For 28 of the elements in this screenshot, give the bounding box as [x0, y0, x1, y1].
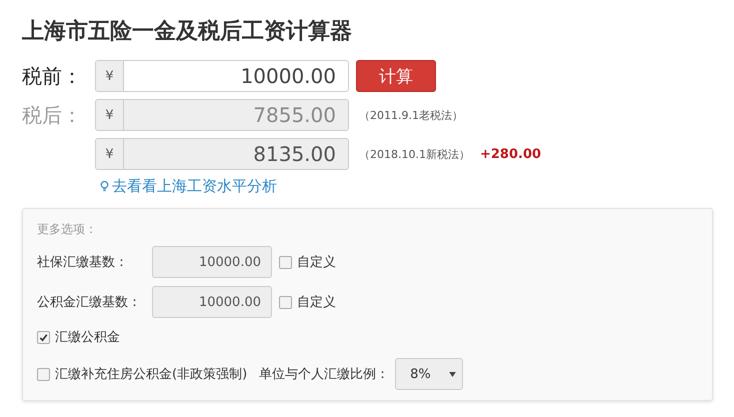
checkbox[interactable] [279, 256, 292, 268]
lightbulb-icon [100, 180, 109, 193]
checkbox-label: 汇缴补充住房公积金(非政策强制) [55, 366, 248, 383]
caret-icon [449, 372, 456, 376]
checkbox-label: 自定义 [297, 294, 336, 311]
field-label: 公积金汇缴基数： [37, 294, 142, 311]
amount-field: ¥ 8135.00 [95, 138, 349, 170]
amount-field[interactable]: ¥ 10000.00 [95, 60, 349, 92]
tax-law-note: （2011.9.1老税法） [359, 108, 463, 122]
options-heading: 更多选项： [37, 221, 98, 238]
checkbox[interactable] [37, 368, 50, 380]
difference-amount: +280.00 [480, 146, 542, 162]
page-title: 上海市五险一金及税后工资计算器 [22, 18, 353, 46]
checkbox[interactable] [279, 296, 292, 308]
amount-field: ¥ 7855.00 [95, 99, 349, 131]
field-label: 社保汇缴基数： [37, 254, 129, 271]
amount-field: 10000.00 [152, 246, 272, 278]
pretax-label: 税前： [22, 62, 83, 90]
ratio-dropdown[interactable]: 8% [395, 358, 464, 390]
ratio-label: 单位与个人汇缴比例： [259, 366, 390, 383]
checkbox-label: 自定义 [297, 254, 336, 271]
amount-field: 10000.00 [152, 286, 272, 318]
tax-law-note: （2018.10.1新税法） [359, 146, 470, 162]
checkbox[interactable] [37, 330, 50, 344]
calculate-button[interactable]: 计算 [356, 60, 436, 92]
after-tax-label: 税后： [22, 102, 83, 128]
salary-analysis-link[interactable]: 去看看上海工资水平分析 [100, 177, 713, 196]
checkbox-label: 汇缴公积金 [55, 329, 120, 346]
